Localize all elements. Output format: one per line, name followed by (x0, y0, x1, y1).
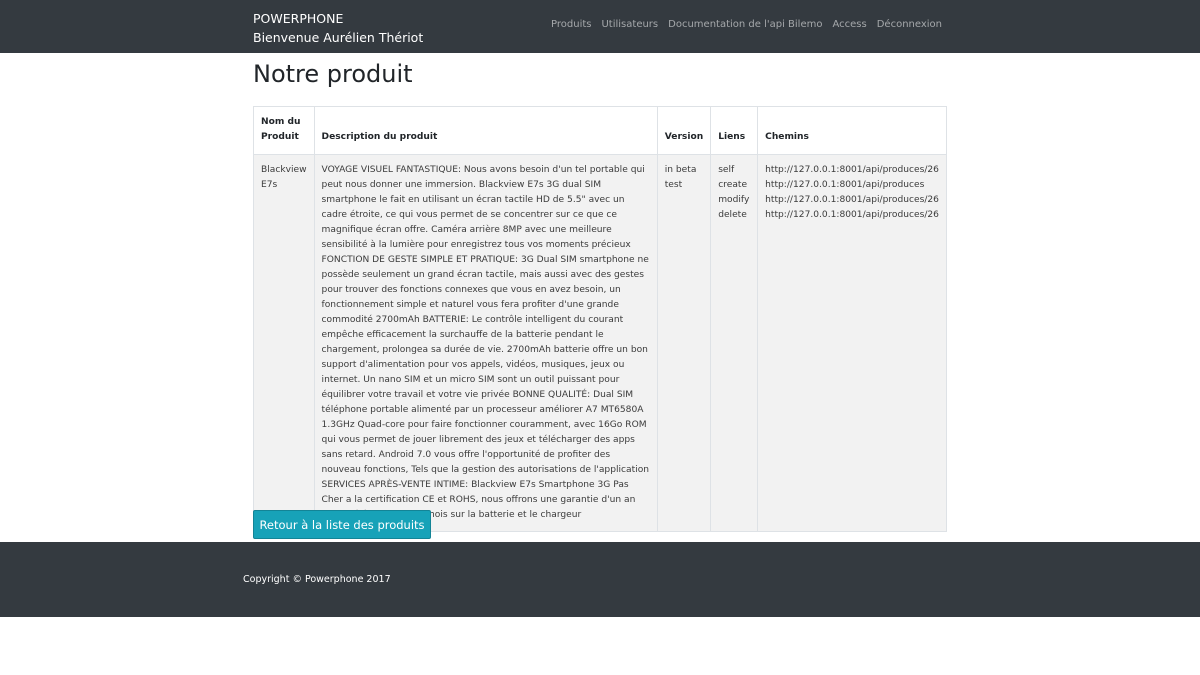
link-modify: modify (718, 195, 750, 205)
brand-name[interactable]: POWERPHONE (253, 9, 423, 28)
navbar-brand[interactable]: POWERPHONE Bienvenue Aurélien Thériot (253, 9, 423, 47)
nav-link-utilisateurs[interactable]: Utilisateurs (601, 19, 658, 30)
header-links: Liens (710, 106, 759, 155)
path-self: http://127.0.0.1:8001/api/produces/26 (765, 165, 939, 175)
header-product-name: Nom du Produit (253, 106, 315, 155)
back-to-list-button[interactable]: Retour à la liste des produits (253, 510, 431, 539)
copyright-text: Copyright © Powerphone 2017 (243, 574, 391, 585)
main-nav: Produits Utilisateurs Documentation de l… (551, 19, 942, 30)
page-title: Notre produit (253, 60, 413, 88)
nav-link-produits[interactable]: Produits (551, 19, 591, 30)
product-links-cell: self create modify delete (710, 154, 759, 532)
table-row: Blackview E7s VOYAGE VISUEL FANTASTIQUE:… (253, 154, 947, 532)
product-description-cell: VOYAGE VISUEL FANTASTIQUE: Nous avons be… (313, 154, 658, 532)
nav-link-documentation[interactable]: Documentation de l'api Bilemo (668, 19, 822, 30)
product-name-cell: Blackview E7s (253, 154, 315, 532)
header-version: Version (656, 106, 712, 155)
path-create: http://127.0.0.1:8001/api/produces (765, 180, 925, 190)
table-header-row: Nom du Produit Description du produit Ve… (253, 106, 947, 155)
product-table: Nom du Produit Description du produit Ve… (253, 106, 947, 532)
link-self: self (718, 165, 735, 175)
header-paths: Chemins (757, 106, 947, 155)
product-paths-cell: http://127.0.0.1:8001/api/produces/26 ht… (757, 154, 947, 532)
nav-link-access[interactable]: Access (832, 19, 866, 30)
path-modify: http://127.0.0.1:8001/api/produces/26 (765, 195, 939, 205)
navbar: POWERPHONE Bienvenue Aurélien Thériot Pr… (0, 0, 1200, 53)
header-product-description: Description du produit (313, 106, 658, 155)
link-delete: delete (718, 210, 747, 220)
footer: Copyright © Powerphone 2017 (0, 542, 1200, 617)
nav-link-deconnexion[interactable]: Déconnexion (877, 19, 942, 30)
welcome-message: Bienvenue Aurélien Thériot (253, 30, 424, 45)
product-version-cell: in beta test (656, 154, 712, 532)
link-create: create (718, 180, 748, 190)
path-delete: http://127.0.0.1:8001/api/produces/26 (765, 210, 939, 220)
